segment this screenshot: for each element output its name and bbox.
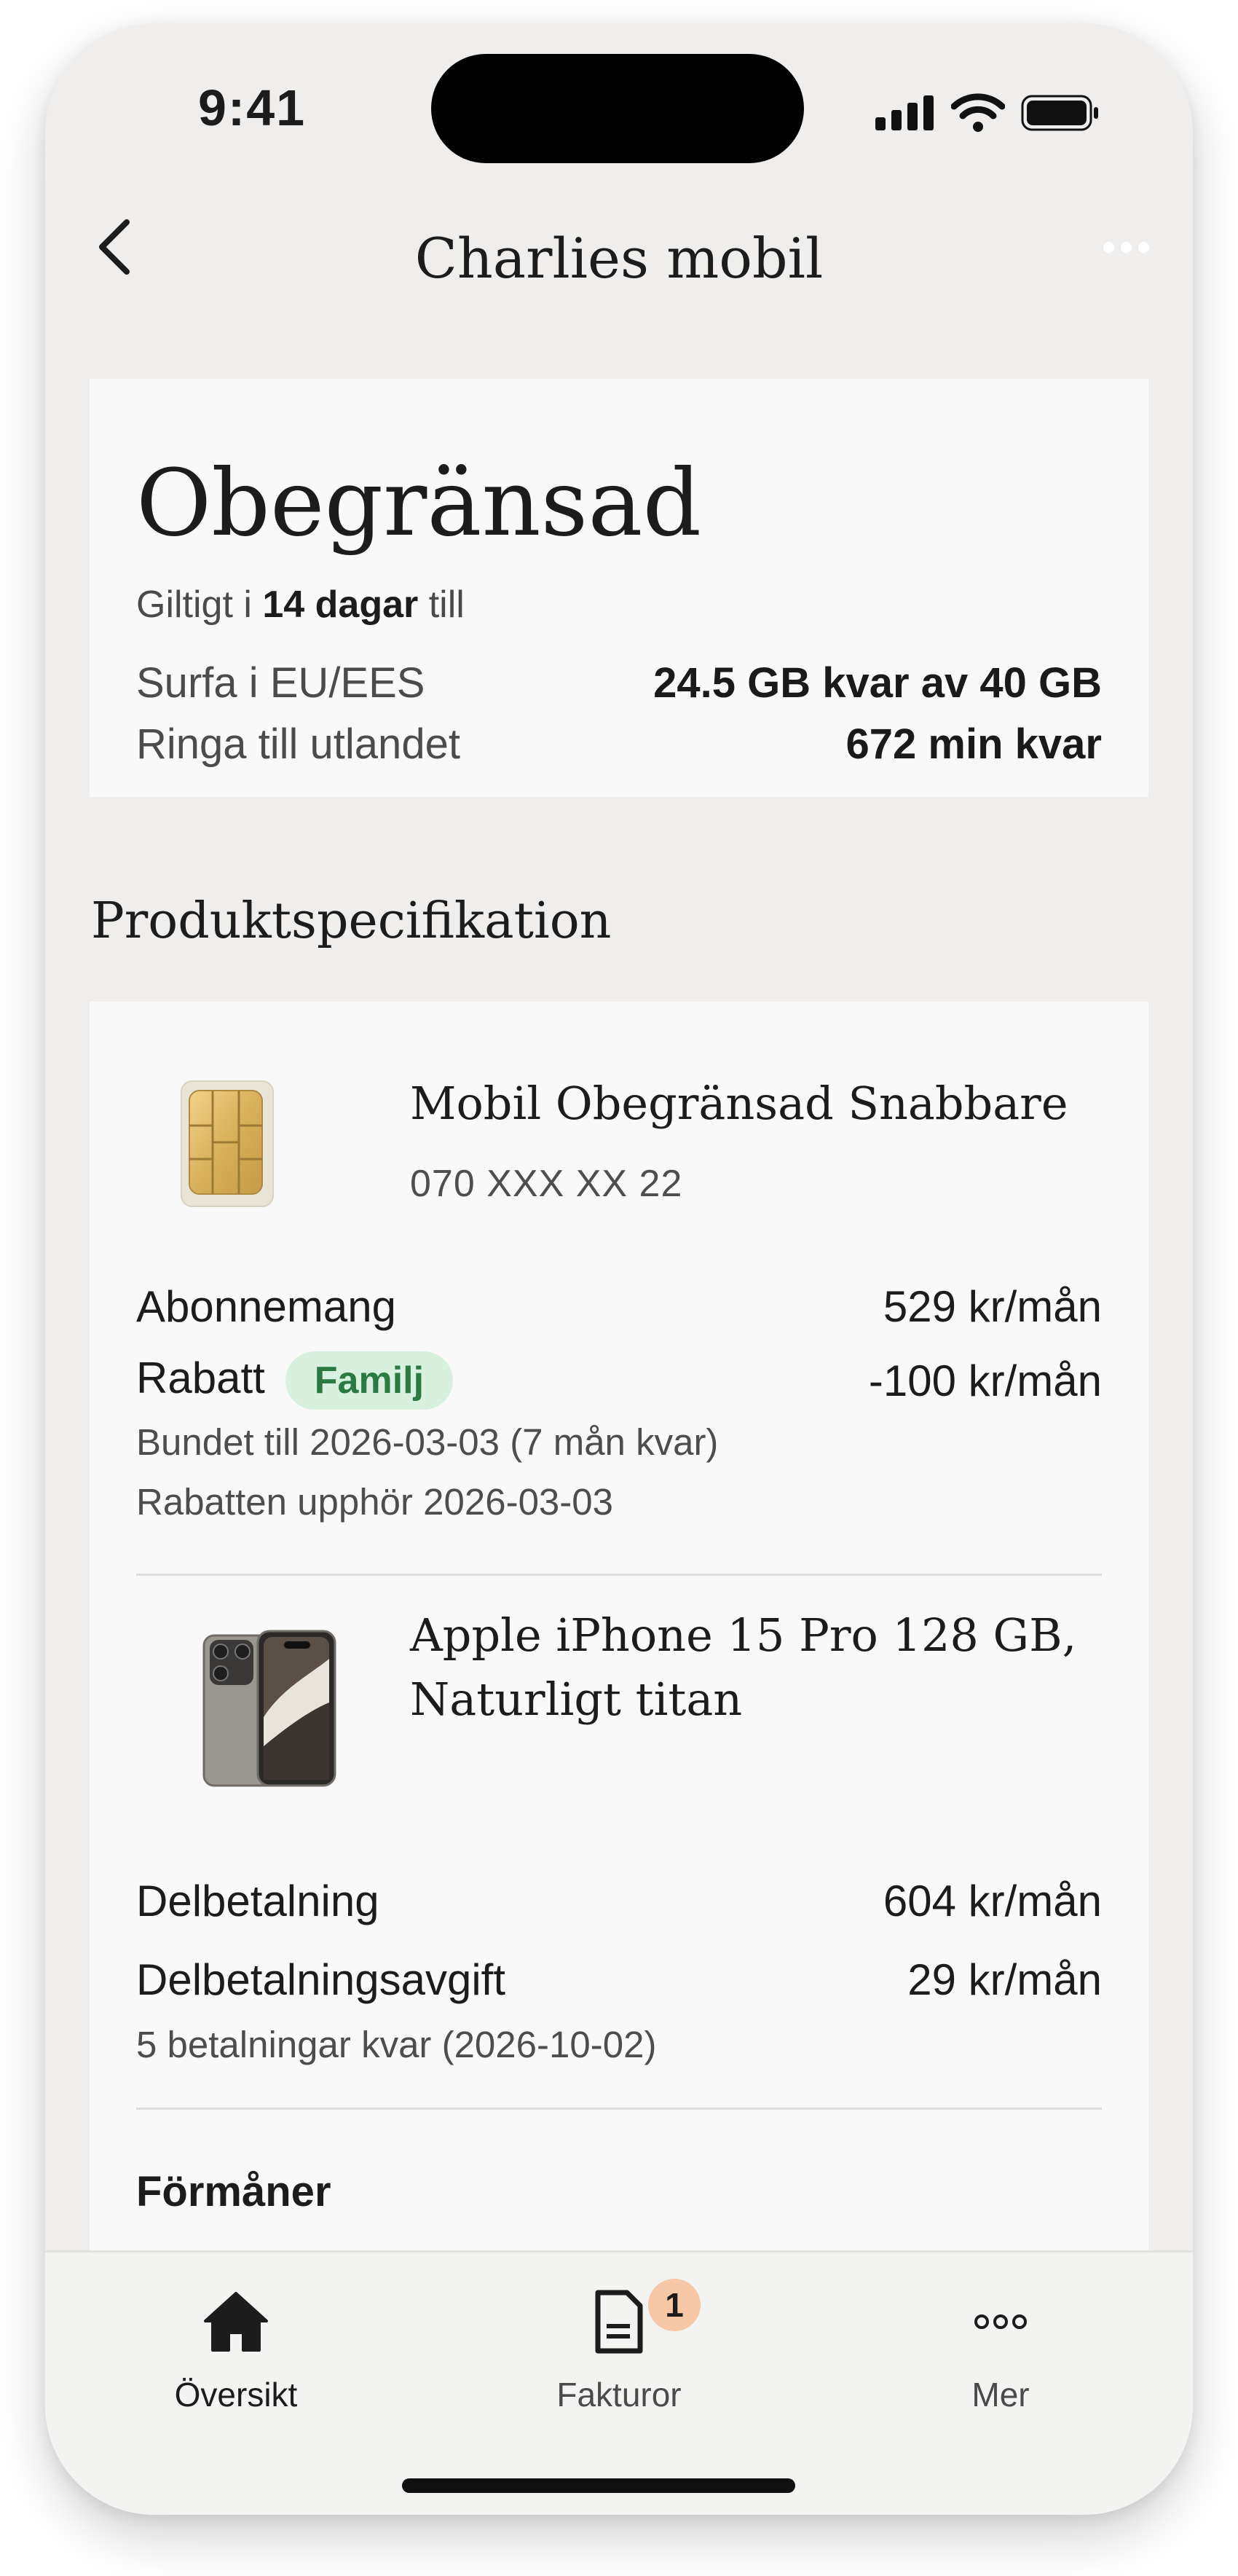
tab-overview[interactable]: Översikt (90, 2282, 382, 2414)
tab-label: Fakturor (556, 2376, 682, 2414)
price-value: 29 kr/mån (907, 1955, 1102, 2004)
device-name: Apple iPhone 15 Pro 128 GB, Naturligt ti… (410, 1603, 1076, 1732)
notification-badge: 1 (648, 2279, 701, 2331)
home-indicator (402, 2478, 795, 2493)
sim-card-icon (181, 1080, 274, 1207)
usage-row-surf: Surfa i EU/EES 24.5 GB kvar av 40 GB (136, 659, 1102, 707)
tab-invoices[interactable]: 1 Fakturor (473, 2279, 765, 2414)
usage-label: Ringa till utlandet (136, 720, 460, 768)
more-dot-icon (1121, 242, 1132, 253)
status-time: 9:41 (198, 79, 307, 136)
price-value: 529 kr/mån (883, 1282, 1102, 1331)
product-spec-card: Mobil Obegränsad Snabbare 070 XXX XX 22 … (90, 1002, 1148, 2313)
phone-screen: 9:41 Charlies mobil Obegränsad Giltigt i… (45, 23, 1193, 2515)
payments-left-note: 5 betalningar kvar (2026-10-02) (136, 2024, 657, 2065)
price-label: Delbetalning (136, 1877, 379, 1925)
usage-row-call: Ringa till utlandet 672 min kvar (136, 720, 1102, 769)
usage-value: 672 min kvar (845, 720, 1102, 768)
price-line-discount: Rabatt Familj -100 kr/mån (136, 1351, 1102, 1410)
tab-label: Mer (971, 2376, 1030, 2414)
benefits-section-title: Förmåner (136, 2168, 331, 2215)
price-label: Delbetalningsavgift (136, 1955, 505, 2004)
iphone-product-image (202, 1630, 336, 1787)
usage-value: 24.5 GB kvar av 40 GB (653, 659, 1102, 707)
usage-label: Surfa i EU/EES (136, 659, 425, 707)
tab-bar: Översikt 1 Fakturor Mer (45, 2250, 1193, 2515)
more-dot-icon (1138, 242, 1149, 253)
price-line-installment: Delbetalning 604 kr/mån (136, 1876, 1102, 1926)
family-tag: Familj (285, 1351, 454, 1410)
section-title: Produktspecifikation (91, 892, 612, 950)
price-line-installment-fee: Delbetalningsavgift 29 kr/mån (136, 1955, 1102, 2005)
plan-name: Obegränsad (136, 449, 702, 557)
discount-end-note: Rabatten upphör 2026-03-03 (136, 1481, 614, 1523)
battery-icon (1021, 95, 1098, 131)
validity-suffix: till (428, 584, 465, 626)
tab-label: Översikt (174, 2376, 298, 2414)
price-label: Abonnemang (136, 1282, 396, 1331)
wifi-icon (951, 93, 1005, 132)
dynamic-island (431, 54, 804, 163)
page-title: Charlies mobil (414, 226, 824, 291)
invoice-icon (595, 2290, 643, 2354)
binding-note: Bundet till 2026-03-03 (7 mån kvar) (136, 1421, 719, 1463)
more-dot-icon (1103, 242, 1114, 253)
phone-number: 070 XXX XX 22 (410, 1163, 683, 1205)
divider (136, 2108, 1102, 2110)
price-label: Rabatt (136, 1354, 265, 1402)
divider (136, 1574, 1102, 1576)
home-icon (204, 2292, 268, 2352)
validity-days: 14 dagar (262, 584, 419, 626)
discount-label-group: Rabatt Familj (136, 1351, 454, 1410)
plan-validity: Giltigt i 14 dagar till (136, 583, 465, 627)
cellular-signal-icon (875, 95, 934, 130)
price-line-subscription: Abonnemang 529 kr/mån (136, 1281, 1102, 1332)
device-name-line1: Apple iPhone 15 Pro 128 GB, (410, 1609, 1077, 1662)
status-icons (875, 93, 1100, 133)
validity-prefix: Giltigt i (136, 584, 252, 626)
plan-card: Obegränsad Giltigt i 14 dagar till Surfa… (90, 379, 1148, 797)
subscription-name: Mobil Obegränsad Snabbare (410, 1077, 1068, 1130)
price-value: 604 kr/mån (883, 1877, 1102, 1925)
more-icon (974, 2314, 1027, 2329)
more-options-button[interactable] (1103, 242, 1149, 253)
device-name-line2: Naturligt titan (410, 1673, 743, 1726)
price-value: -100 kr/mån (868, 1356, 1102, 1405)
tab-more[interactable]: Mer (855, 2282, 1146, 2414)
